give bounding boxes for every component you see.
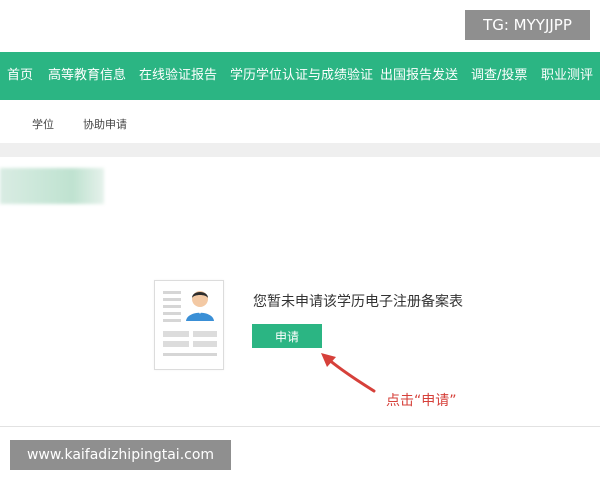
watermark-bottom: www.kaifadizhipingtai.com — [10, 440, 231, 470]
nav-item-overseas-report[interactable]: 出国报告发送 — [380, 52, 458, 100]
empty-state-message: 您暂未申请该学历电子注册备案表 — [253, 294, 463, 310]
blurred-user-info — [0, 168, 104, 204]
doc-line — [163, 353, 217, 356]
person-avatar-icon — [186, 291, 214, 321]
subnav-item-degree[interactable]: 学位 — [32, 110, 54, 140]
subnav-cut-off-edge — [0, 118, 4, 132]
nav-item-home[interactable]: 首页 — [7, 52, 33, 100]
doc-block — [193, 341, 217, 347]
doc-line — [163, 291, 181, 294]
doc-line — [163, 298, 181, 301]
nav-item-online-verification[interactable]: 在线验证报告 — [139, 52, 217, 100]
red-arrow-pointer-icon — [321, 353, 376, 393]
subnav-item-assist-apply[interactable]: 协助申请 — [83, 110, 127, 140]
section-divider-band — [0, 143, 600, 157]
doc-line — [163, 305, 181, 308]
doc-block — [163, 341, 189, 347]
nav-item-survey-vote[interactable]: 调查/投票 — [471, 52, 527, 100]
screenshot: TG: MYYJJPP 首页 高等教育信息 在线验证报告 学历学位认证与成绩验证… — [0, 0, 600, 480]
click-apply-annotation: 点击“申请” — [386, 393, 457, 409]
nav-item-career-assessment[interactable]: 职业测评 — [541, 52, 593, 100]
nav-item-degree-certification[interactable]: 学历学位认证与成绩验证 — [230, 52, 373, 100]
sub-navigation: 学位 协助申请 — [0, 110, 600, 140]
document-avatar-illustration — [154, 280, 224, 370]
nav-item-higher-education[interactable]: 高等教育信息 — [48, 52, 126, 100]
doc-line — [163, 319, 181, 322]
doc-block — [163, 331, 189, 337]
doc-line — [163, 312, 181, 315]
main-navbar: 首页 高等教育信息 在线验证报告 学历学位认证与成绩验证 出国报告发送 调查/投… — [0, 52, 600, 100]
watermark-top: TG: MYYJJPP — [465, 10, 590, 40]
doc-block — [193, 331, 217, 337]
